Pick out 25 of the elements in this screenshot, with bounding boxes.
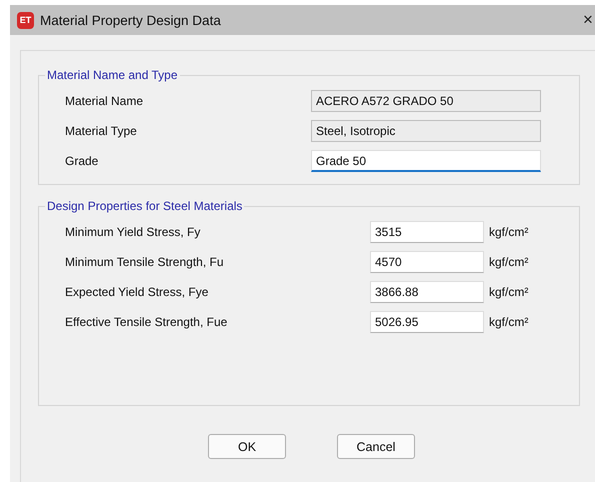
field-label: Material Type bbox=[65, 124, 138, 138]
unit-label: kgf/cm² bbox=[489, 285, 528, 299]
input-field[interactable]: 5026.95 bbox=[370, 311, 484, 333]
input-field[interactable]: Steel, Isotropic bbox=[311, 120, 541, 142]
field-label: Minimum Yield Stress, Fy bbox=[65, 225, 202, 239]
ok-button[interactable]: OK bbox=[208, 434, 286, 459]
close-button[interactable]: × bbox=[583, 10, 593, 30]
input-field[interactable]: Grade 50 bbox=[311, 150, 541, 172]
window-title: Material Property Design Data bbox=[40, 12, 221, 28]
cancel-button[interactable]: Cancel bbox=[337, 434, 415, 459]
group-title: Material Name and Type bbox=[46, 68, 179, 82]
unit-label: kgf/cm² bbox=[489, 225, 528, 239]
app-icon: ET bbox=[17, 12, 34, 28]
field-label: Effective Tensile Strength, Fue bbox=[65, 315, 228, 329]
field-label: Minimum Tensile Strength, Fu bbox=[65, 255, 225, 269]
field-label: Grade bbox=[65, 154, 100, 168]
field-label: Expected Yield Stress, Fye bbox=[65, 285, 210, 299]
input-field[interactable]: 3866.88 bbox=[370, 281, 484, 303]
unit-label: kgf/cm² bbox=[489, 315, 528, 329]
input-field[interactable]: 4570 bbox=[370, 251, 484, 273]
field-label: Material Name bbox=[65, 94, 144, 108]
input-field[interactable]: 3515 bbox=[370, 221, 484, 243]
input-field[interactable]: ACERO A572 GRADO 50 bbox=[311, 90, 541, 112]
unit-label: kgf/cm² bbox=[489, 255, 528, 269]
group-title: Design Properties for Steel Materials bbox=[46, 199, 244, 213]
